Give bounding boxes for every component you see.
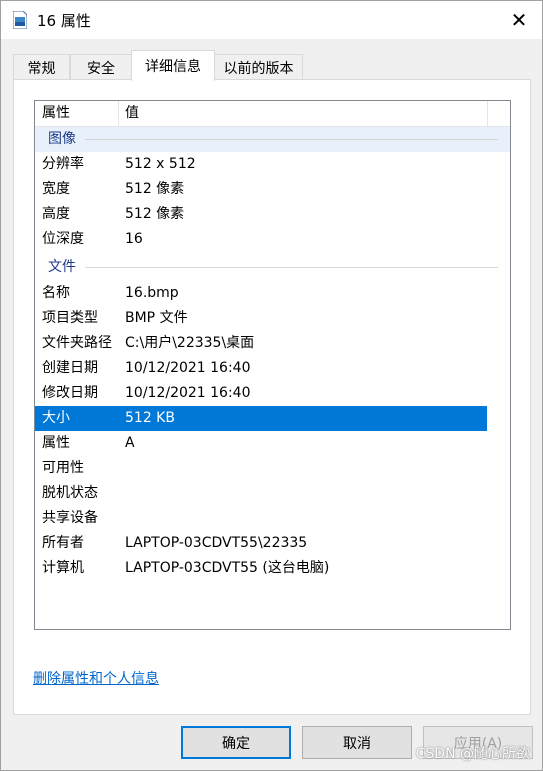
remove-properties-link[interactable]: 删除属性和个人信息: [33, 668, 159, 688]
property-name: 创建日期: [42, 360, 98, 376]
list-item[interactable]: 属性 A: [35, 431, 487, 456]
property-value: 10/12/2021 16:40: [125, 360, 251, 376]
list-item[interactable]: 项目类型 BMP 文件: [35, 306, 487, 331]
property-name: 大小: [42, 410, 70, 426]
property-name: 名称: [42, 285, 70, 301]
property-value: 10/12/2021 16:40: [125, 385, 251, 401]
list-item[interactable]: 分辨率 512 x 512: [35, 152, 487, 177]
tab-previous-versions[interactable]: 以前的版本: [214, 54, 303, 80]
property-name: 属性: [42, 435, 70, 451]
property-name: 宽度: [42, 181, 70, 197]
property-name: 项目类型: [42, 310, 98, 326]
list-item[interactable]: 高度 512 像素: [35, 202, 487, 227]
property-name: 可用性: [42, 460, 84, 476]
property-name: 文件夹路径: [42, 335, 112, 351]
property-name: 脱机状态: [42, 485, 98, 501]
property-value: A: [125, 435, 135, 451]
list-item-selected[interactable]: 大小 512 KB: [35, 406, 487, 431]
close-icon: ✕: [510, 8, 528, 32]
column-divider[interactable]: [487, 101, 488, 126]
list-item[interactable]: 文件夹路径 C:\用户\22335\桌面: [35, 331, 487, 356]
group-header-file[interactable]: 文件: [35, 255, 510, 280]
bitmap-file-icon: [13, 11, 27, 29]
list-item[interactable]: 创建日期 10/12/2021 16:40: [35, 356, 487, 381]
list-item[interactable]: 计算机 LAPTOP-03CDVT55 (这台电脑): [35, 556, 487, 581]
property-value: 512 像素: [125, 206, 185, 222]
property-name: 共享设备: [42, 510, 98, 526]
properties-window: 16 属性 ✕ 常规 安全 详细信息 以前的版本 属性 值 图像 分辨率 512…: [0, 0, 543, 771]
property-name: 所有者: [42, 535, 84, 551]
details-panel: 属性 值 图像 分辨率 512 x 512 宽度 512 像素 高度 512 像…: [13, 79, 531, 715]
property-value: 16.bmp: [125, 285, 179, 301]
group-label: 文件: [48, 259, 76, 275]
list-item[interactable]: 修改日期 10/12/2021 16:40: [35, 381, 487, 406]
property-name: 高度: [42, 206, 70, 222]
cancel-button[interactable]: 取消: [302, 726, 412, 759]
group-header-image[interactable]: 图像: [35, 127, 510, 152]
group-label: 图像: [48, 131, 76, 147]
property-name: 修改日期: [42, 385, 98, 401]
property-value: LAPTOP-03CDVT55 (这台电脑): [125, 560, 330, 576]
ok-button[interactable]: 确定: [181, 726, 291, 759]
property-value: C:\用户\22335\桌面: [125, 335, 255, 351]
properties-list[interactable]: 属性 值 图像 分辨率 512 x 512 宽度 512 像素 高度 512 像…: [34, 100, 511, 630]
title-bar[interactable]: 16 属性 ✕: [1, 1, 542, 39]
list-item[interactable]: 脱机状态: [35, 481, 487, 506]
property-value: BMP 文件: [125, 310, 188, 326]
list-item[interactable]: 名称 16.bmp: [35, 281, 487, 306]
tab-general[interactable]: 常规: [13, 54, 70, 80]
window-title: 16 属性: [37, 12, 91, 30]
column-header-value[interactable]: 值: [125, 101, 139, 126]
property-value: 512 像素: [125, 181, 185, 197]
list-header: 属性 值: [35, 101, 510, 127]
property-value: 512 KB: [125, 410, 175, 426]
tab-security[interactable]: 安全: [70, 54, 132, 80]
property-name: 分辨率: [42, 156, 84, 172]
list-item[interactable]: 位深度 16: [35, 227, 487, 252]
list-item[interactable]: 所有者 LAPTOP-03CDVT55\22335: [35, 531, 487, 556]
list-item[interactable]: 共享设备: [35, 506, 487, 531]
property-name: 计算机: [42, 560, 84, 576]
column-divider[interactable]: [118, 101, 119, 126]
column-header-property[interactable]: 属性: [42, 101, 70, 126]
property-name: 位深度: [42, 231, 84, 247]
group-divider: [85, 139, 498, 140]
list-item[interactable]: 可用性: [35, 456, 487, 481]
property-value: LAPTOP-03CDVT55\22335: [125, 535, 308, 551]
list-item[interactable]: 宽度 512 像素: [35, 177, 487, 202]
property-value: 512 x 512: [125, 156, 196, 172]
property-value: 16: [125, 231, 143, 247]
group-divider: [85, 267, 498, 268]
tab-details[interactable]: 详细信息: [131, 50, 215, 81]
watermark-text: CSDN @随心所欲: [415, 746, 530, 762]
close-button[interactable]: ✕: [496, 1, 542, 39]
